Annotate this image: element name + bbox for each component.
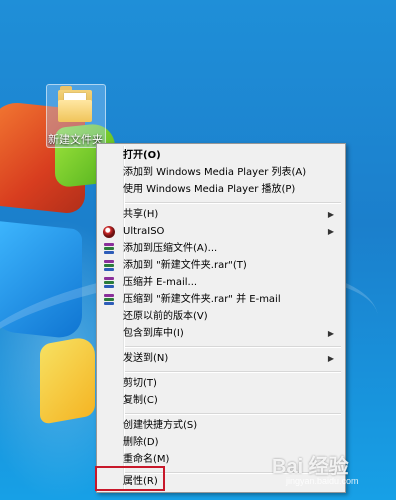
- watermark-logo-text: Bai 经验: [272, 456, 349, 478]
- submenu-arrow-icon: ▶: [327, 329, 334, 338]
- menu-item-cut[interactable]: 剪切(T): [99, 375, 343, 393]
- winrar-icon: [104, 243, 114, 255]
- menu-item-label: 重命名(M): [123, 454, 170, 465]
- folder-icon[interactable]: [58, 86, 92, 122]
- menu-separator: [125, 202, 341, 204]
- winrar-icon: [104, 294, 114, 306]
- menu-item-label: 删除(D): [123, 437, 159, 448]
- menu-separator: [125, 413, 341, 415]
- menu-item-label: 还原以前的版本(V): [123, 311, 208, 322]
- menu-item-send-to[interactable]: 发送到(N) ▶: [99, 350, 343, 368]
- menu-item-share[interactable]: 共享(H) ▶: [99, 206, 343, 224]
- winrar-icon: [104, 277, 114, 289]
- menu-item-label: 添加到 "新建文件夹.rar"(T): [123, 260, 247, 271]
- menu-item-restore-previous-versions[interactable]: 还原以前的版本(V): [99, 308, 343, 326]
- menu-separator: [125, 371, 341, 373]
- menu-item-add-to-rar[interactable]: 添加到 "新建文件夹.rar"(T): [99, 257, 343, 275]
- menu-item-label: 压缩并 E-mail...: [123, 277, 198, 288]
- ultraiso-icon: [103, 226, 115, 238]
- submenu-arrow-icon: ▶: [327, 227, 334, 236]
- watermark-url: jingyan.baidu.com: [286, 476, 359, 486]
- menu-item-play-with-wmp[interactable]: 使用 Windows Media Player 播放(P): [99, 181, 343, 199]
- menu-item-ultraiso[interactable]: UltraISO ▶: [99, 223, 343, 241]
- menu-item-label: 包含到库中(I): [123, 328, 184, 339]
- menu-item-label: 创建快捷方式(S): [123, 420, 198, 431]
- menu-item-copy[interactable]: 复制(C): [99, 392, 343, 410]
- properties-highlight-box: [95, 466, 165, 491]
- context-menu: 打开(O) 添加到 Windows Media Player 列表(A) 使用 …: [96, 143, 346, 493]
- menu-item-label: 添加到压缩文件(A)...: [123, 243, 218, 254]
- menu-item-open[interactable]: 打开(O): [99, 147, 343, 165]
- menu-item-label: 剪切(T): [123, 378, 157, 389]
- winrar-icon: [104, 260, 114, 272]
- menu-item-label: UltraISO: [123, 226, 165, 237]
- menu-item-label: 共享(H): [123, 209, 159, 220]
- menu-item-label: 添加到 Windows Media Player 列表(A): [123, 167, 307, 178]
- menu-item-compress-to-rar-and-email[interactable]: 压缩到 "新建文件夹.rar" 并 E-mail: [99, 291, 343, 309]
- menu-item-label: 压缩到 "新建文件夹.rar" 并 E-mail: [123, 294, 281, 305]
- menu-item-compress-and-email[interactable]: 压缩并 E-mail...: [99, 274, 343, 292]
- menu-item-add-to-archive[interactable]: 添加到压缩文件(A)...: [99, 240, 343, 258]
- menu-item-label: 发送到(N): [123, 353, 169, 364]
- menu-item-label: 打开(O): [123, 150, 161, 161]
- menu-item-label: 复制(C): [123, 395, 158, 406]
- menu-item-include-in-library[interactable]: 包含到库中(I) ▶: [99, 325, 343, 343]
- menu-item-add-to-wmp-list[interactable]: 添加到 Windows Media Player 列表(A): [99, 164, 343, 182]
- menu-item-label: 使用 Windows Media Player 播放(P): [123, 184, 296, 195]
- menu-separator: [125, 346, 341, 348]
- submenu-arrow-icon: ▶: [327, 210, 334, 219]
- menu-item-create-shortcut[interactable]: 创建快捷方式(S): [99, 417, 343, 435]
- submenu-arrow-icon: ▶: [327, 354, 334, 363]
- watermark: Bai 经验 jingyan.baidu.com: [272, 450, 392, 490]
